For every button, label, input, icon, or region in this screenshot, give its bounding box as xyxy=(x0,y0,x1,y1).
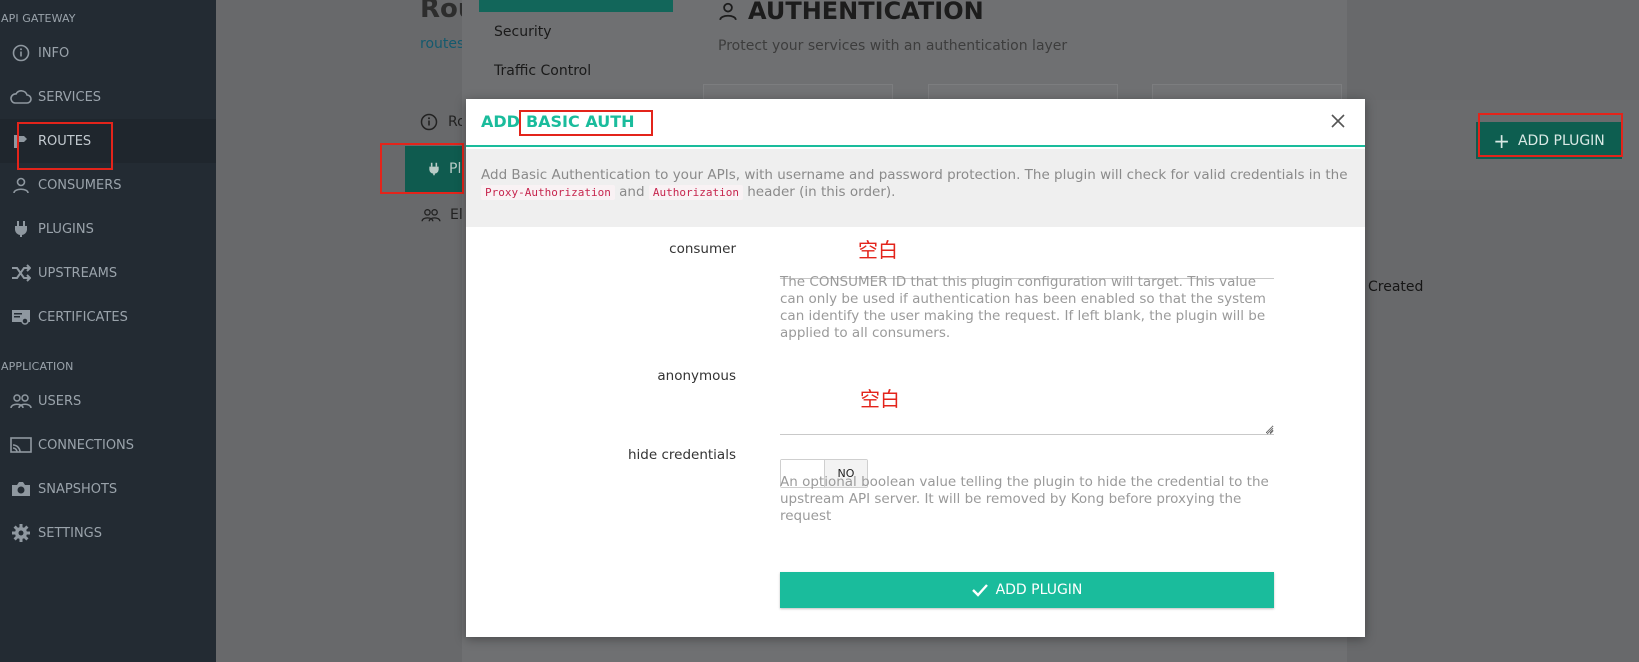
user-icon xyxy=(719,2,737,21)
auth-section-subtitle: Protect your services with an authentica… xyxy=(718,38,1068,54)
auth-section-title: AUTHENTICATION xyxy=(748,0,984,25)
sidebar-item-label: CERTIFICATES xyxy=(38,309,128,325)
gear-icon xyxy=(0,523,38,543)
code-authorization: Authorization xyxy=(648,185,743,200)
sidebar-item-label: UPSTREAMS xyxy=(38,265,118,281)
annotation-box-basic-auth xyxy=(519,110,653,136)
sidebar-item-label: USERS xyxy=(38,393,82,409)
section-title-application: APPLICATION xyxy=(1,360,74,373)
certificate-icon xyxy=(0,308,38,326)
sidebar-item-label: SNAPSHOTS xyxy=(38,481,118,497)
annotation-blank-consumer: 空白 xyxy=(858,238,898,262)
sidebar-item-users[interactable]: USERS xyxy=(0,379,216,423)
plug-icon xyxy=(0,220,38,238)
sidebar-item-info[interactable]: INFO xyxy=(0,31,216,75)
sidebar: API GATEWAY INFO SERVICES ROUTES CONSUME… xyxy=(0,0,216,662)
active-section-bar xyxy=(479,0,673,12)
sidebar-item-label: SERVICES xyxy=(38,89,102,105)
sidebar-item-label: CONNECTIONS xyxy=(38,437,135,453)
sidebar-item-connections[interactable]: CONNECTIONS xyxy=(0,423,216,467)
add-plugin-modal: ADD BASIC AUTH Add Basic Authentication … xyxy=(466,99,1365,637)
plugin-section-traffic-control[interactable]: Traffic Control xyxy=(494,63,591,79)
sidebar-item-label: CONSUMERS xyxy=(38,177,122,193)
shuffle-icon xyxy=(0,264,38,282)
resize-handle-icon[interactable] xyxy=(1266,427,1274,435)
check-icon xyxy=(971,584,988,597)
hide-credentials-help-text: An optional boolean value telling the pl… xyxy=(780,474,1269,524)
anonymous-textarea[interactable] xyxy=(780,381,1274,435)
plugin-section-security[interactable]: Security xyxy=(494,24,552,40)
users-icon xyxy=(0,392,38,410)
breadcrumb[interactable]: routes xyxy=(420,36,464,52)
add-plugin-button-label: ADD PLUGIN xyxy=(995,582,1083,598)
modal-header: ADD BASIC AUTH xyxy=(466,99,1365,147)
bg-eligible-label: El xyxy=(450,207,463,223)
code-proxy-authorization: Proxy-Authorization xyxy=(481,185,615,200)
close-icon xyxy=(1331,114,1345,128)
plugin-description: Add Basic Authentication to your APIs, w… xyxy=(466,149,1365,227)
description-text-end: header (in this order). xyxy=(747,184,896,200)
created-column-header: Created xyxy=(1368,279,1424,295)
add-plugin-button[interactable]: ADD PLUGIN xyxy=(780,572,1274,608)
consumer-label: consumer xyxy=(669,241,736,257)
sidebar-item-services[interactable]: SERVICES xyxy=(0,75,216,119)
sidebar-item-label: INFO xyxy=(38,45,70,61)
modal-title-prefix: ADD xyxy=(481,112,520,131)
annotation-box-plugins-tab xyxy=(380,143,464,194)
sidebar-item-label: SETTINGS xyxy=(38,525,103,541)
anonymous-label: anonymous xyxy=(657,368,736,384)
consumer-help-text: The CONSUMER ID that this plugin configu… xyxy=(780,274,1266,341)
auth-section-heading: AUTHENTICATION xyxy=(718,0,984,25)
close-button[interactable] xyxy=(1326,109,1350,133)
sidebar-item-plugins[interactable]: PLUGINS xyxy=(0,207,216,251)
users-icon xyxy=(421,209,441,222)
sidebar-item-certificates[interactable]: CERTIFICATES xyxy=(0,295,216,339)
sidebar-item-settings[interactable]: SETTINGS xyxy=(0,511,216,555)
section-title-gateway: API GATEWAY xyxy=(1,12,76,25)
sidebar-item-snapshots[interactable]: SNAPSHOTS xyxy=(0,467,216,511)
info-icon xyxy=(420,113,438,131)
camera-icon xyxy=(0,480,38,498)
hide-credentials-label: hide credentials xyxy=(628,447,736,463)
annotation-box-routes xyxy=(17,122,113,170)
info-icon xyxy=(0,44,38,62)
annotation-blank-anonymous: 空白 xyxy=(860,387,900,411)
description-text: Add Basic Authentication to your APIs, w… xyxy=(481,167,1348,183)
bg-eligible-row[interactable]: El xyxy=(420,207,463,223)
bg-info-row[interactable]: Ro xyxy=(420,113,466,131)
cast-icon xyxy=(0,436,38,454)
annotation-box-add-plugin xyxy=(1478,113,1623,157)
user-icon xyxy=(0,176,38,194)
cloud-icon xyxy=(0,89,38,105)
consumer-input[interactable] xyxy=(780,237,1274,279)
sidebar-item-upstreams[interactable]: UPSTREAMS xyxy=(0,251,216,295)
description-and: and xyxy=(619,184,645,200)
sidebar-item-label: PLUGINS xyxy=(38,221,94,237)
